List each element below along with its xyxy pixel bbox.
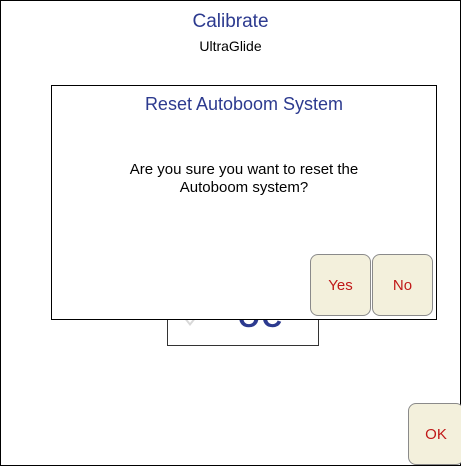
dialog-message-line-2: Autoboom system? (179, 179, 309, 196)
no-button[interactable]: No (372, 254, 433, 316)
dialog-message: Are you sure you want to reset the Autob… (62, 161, 426, 197)
dialog-message-line-1: Are you sure you want to reset the (129, 161, 359, 178)
dialog-title: Reset Autoboom System (144, 94, 344, 114)
calibrate-screen: Calibrate UltraGlide OC Reset Autoboom S… (0, 0, 461, 466)
yes-button[interactable]: Yes (310, 254, 371, 316)
screen-subtitle: UltraGlide (199, 38, 262, 54)
screen-title: Calibrate (192, 11, 269, 32)
reset-autoboom-dialog: Reset Autoboom System Are you sure you w… (51, 85, 437, 320)
ok-button[interactable]: OK (408, 403, 461, 465)
